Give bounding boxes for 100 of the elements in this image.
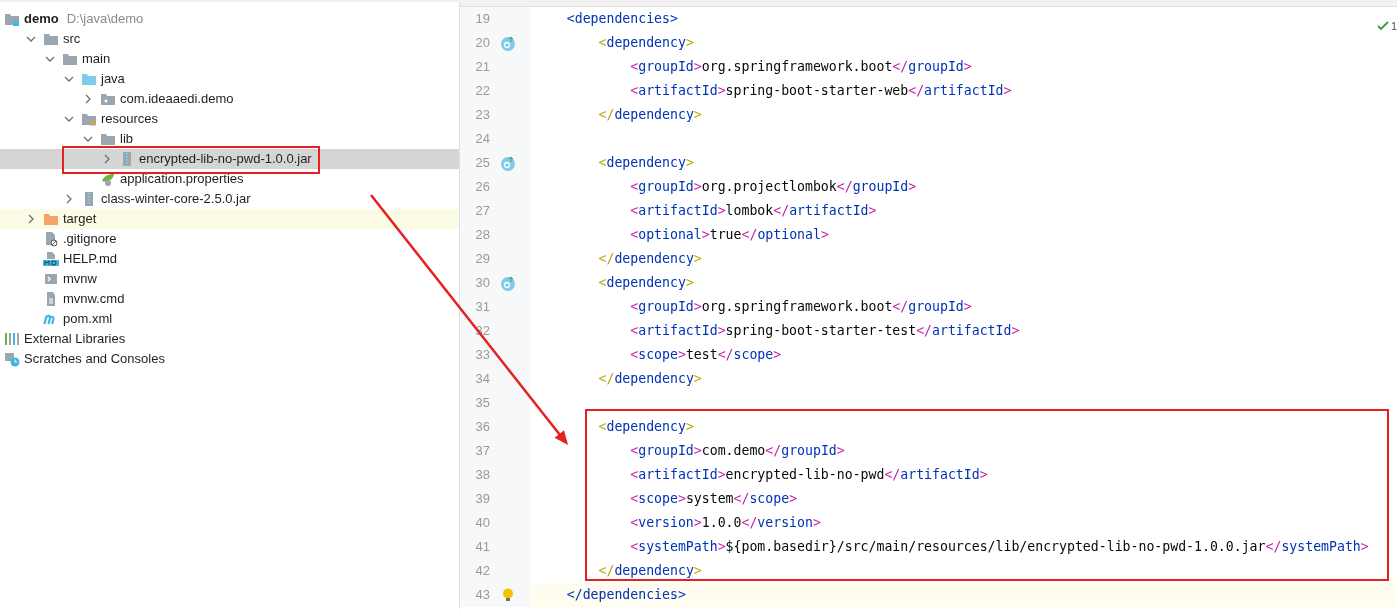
code-line: <artifactId>spring-boot-starter-web</artifactId> <box>629 83 1012 99</box>
code-line: <dependency> <box>597 155 694 171</box>
code-line: <dependency> <box>597 275 694 291</box>
module-folder-icon <box>4 11 20 27</box>
tree-row[interactable]: main <box>0 49 459 69</box>
override-marker-icon[interactable] <box>500 155 516 171</box>
code-line: </dependency> <box>597 563 702 579</box>
tree-label: src <box>63 31 81 47</box>
line-number: 36 <box>474 418 490 437</box>
tree-label: .gitignore <box>63 231 117 247</box>
line-number: 21 <box>474 58 490 77</box>
tree-row[interactable]: com.ideaaedi.demo <box>0 89 459 109</box>
tree-label: demo <box>24 11 59 27</box>
tree-label: lib <box>120 131 133 147</box>
code-line: </dependency> <box>597 371 702 387</box>
line-number: 33 <box>474 346 490 365</box>
code-line: <groupId>org.springframework.boot</groupId> <box>629 59 972 75</box>
code-line: <scope>system</scope> <box>629 491 798 507</box>
tree-label: com.ideaaedi.demo <box>120 91 234 107</box>
line-number: 43 <box>474 586 490 605</box>
code-line: <optional>true</optional> <box>629 227 829 243</box>
tree-label: main <box>82 51 111 67</box>
file-blocked-icon <box>43 231 59 247</box>
line-number: 29 <box>474 250 490 269</box>
code-line: <systemPath>${pom.basedir}/src/main/resources/lib/encrypted-lib-no-pwd-1.0.0.jar</systemPath> <box>629 539 1369 555</box>
tree-label: External Libraries <box>24 331 126 347</box>
tree-row[interactable]: demo D:\java\demo <box>0 9 459 29</box>
code-line: </dependencies> <box>565 587 686 603</box>
line-number: 27 <box>474 202 490 221</box>
tree-label: encrypted-lib-no-pwd-1.0.0.jar <box>139 151 312 167</box>
tree-row[interactable]: mvnw.cmd <box>0 289 459 309</box>
check-icon[interactable] <box>1376 20 1389 33</box>
line-number: 20 <box>474 34 490 53</box>
code-line: <artifactId>spring-boot-starter-test</artifactId> <box>629 323 1020 339</box>
tree-row[interactable]: pom.xml <box>0 309 459 329</box>
code-line: <scope>test</scope> <box>629 347 782 363</box>
code-line: <groupId>com.demo</groupId> <box>629 443 845 459</box>
folder-icon <box>62 51 78 67</box>
tree-row[interactable]: lib <box>0 129 459 149</box>
code-line: <dependency> <box>597 35 694 51</box>
tree-row[interactable]: src <box>0 29 459 49</box>
terminal-file-icon <box>43 271 59 287</box>
folder-icon <box>43 211 59 227</box>
folder-icon <box>43 31 59 47</box>
tree-row[interactable]: target <box>0 209 459 229</box>
line-number: 23 <box>474 106 490 125</box>
line-number: 30 <box>474 274 490 293</box>
code-line: <artifactId>encrypted-lib-no-pwd</artifactId> <box>629 467 988 483</box>
line-number: 26 <box>474 178 490 197</box>
line-number: 39 <box>474 490 490 509</box>
tree-label: HELP.md <box>63 251 117 267</box>
package-icon <box>100 91 116 107</box>
code-line: <artifactId>lombok</artifactId> <box>629 203 877 219</box>
code-line: <dependencies> <box>565 11 678 27</box>
tree-label: class-winter-core-2.5.0.jar <box>101 191 251 207</box>
line-number: 41 <box>474 538 490 557</box>
line-number: 25 <box>474 154 490 173</box>
markdown-file-icon <box>43 251 59 267</box>
code-line: </dependency> <box>597 251 702 267</box>
override-marker-icon[interactable] <box>500 275 516 291</box>
line-number: 31 <box>474 298 490 317</box>
module-path: D:\java\demo <box>66 10 144 29</box>
override-marker-icon[interactable] <box>500 35 516 51</box>
tree-row[interactable]: Scratches and Consoles <box>0 349 459 369</box>
code-line: <version>1.0.0</version> <box>629 515 821 531</box>
tree-row[interactable]: resources <box>0 109 459 129</box>
code-line: <dependency> <box>597 419 694 435</box>
line-number: 42 <box>474 562 490 581</box>
tree-row[interactable]: .gitignore <box>0 229 459 249</box>
line-number: 34 <box>474 370 490 389</box>
tree-row[interactable]: External Libraries <box>0 329 459 349</box>
lightbulb-icon[interactable] <box>500 587 516 603</box>
line-number: 28 <box>474 226 490 245</box>
tree-label: mvnw.cmd <box>63 291 125 307</box>
line-number: 19 <box>474 10 490 29</box>
tree-row[interactable]: mvnw <box>0 269 459 289</box>
tree-label: mvnw <box>63 271 97 287</box>
line-number: 37 <box>474 442 490 461</box>
tree-row[interactable]: java <box>0 69 459 89</box>
tree-label: target <box>63 211 97 227</box>
tree-row[interactable]: encrypted-lib-no-pwd-1.0.0.jar <box>0 149 459 169</box>
line-number: 38 <box>474 466 490 485</box>
line-number: 40 <box>474 514 490 533</box>
resources-folder-icon <box>81 111 97 127</box>
folder-icon <box>100 131 116 147</box>
code-line: <groupId>org.projectlombok</groupId> <box>629 179 917 195</box>
code-line: <groupId>org.springframework.boot</groupId> <box>629 299 972 315</box>
inspection-count[interactable]: 1 <box>1390 18 1397 35</box>
tree-row[interactable]: application.properties <box>0 169 459 189</box>
leaf-gear-icon <box>100 171 116 187</box>
tree-row[interactable]: HELP.md <box>0 249 459 269</box>
tree-row[interactable]: class-winter-core-2.5.0.jar <box>0 189 459 209</box>
folder-icon <box>81 71 97 87</box>
line-number: 35 <box>474 394 490 413</box>
tree-label: application.properties <box>120 171 244 187</box>
tree-label: Scratches and Consoles <box>24 351 165 367</box>
line-number: 24 <box>474 130 490 149</box>
line-number: 22 <box>474 82 490 101</box>
tree-label: pom.xml <box>63 311 113 327</box>
scratches-clock-icon <box>4 351 20 367</box>
